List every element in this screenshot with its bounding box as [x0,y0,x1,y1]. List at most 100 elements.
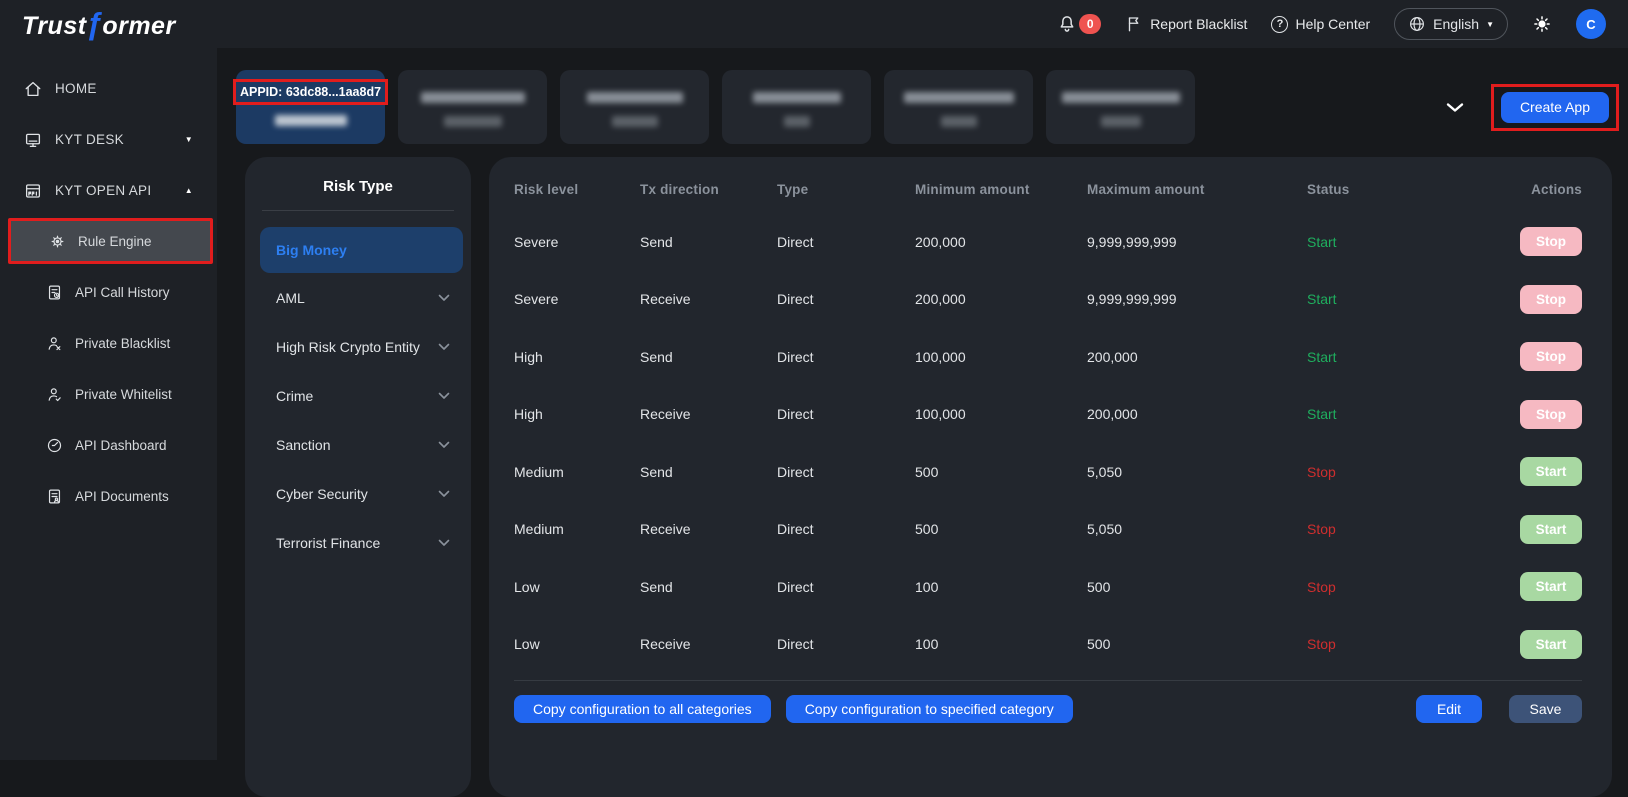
expand-apps-chevron-icon[interactable] [1443,95,1467,119]
blurred-text [941,116,977,127]
save-button[interactable]: Save [1509,695,1582,723]
monitor-icon [24,131,42,149]
report-blacklist-label: Report Blacklist [1150,16,1247,32]
chevron-down-icon [438,294,450,302]
risk-type-item[interactable]: High Risk Crypto Entity [245,323,471,371]
app-card-blurred[interactable] [722,70,871,144]
sidebar-item-rule-engine[interactable]: Rule Engine [8,218,213,264]
copy-all-categories-button[interactable]: Copy configuration to all categories [514,695,771,723]
table-row: Medium Send Direct 500 5,050 Stop Start [514,443,1582,501]
action-button[interactable]: Stop [1520,342,1582,371]
sidebar-item-kyt-open-api[interactable]: KYT OPEN API ▲ [0,165,217,216]
app-card-selected[interactable]: APPID: 63dc88...1aa8d7 [236,70,385,144]
header-status: Status [1307,182,1472,197]
status-text: Start [1307,406,1472,422]
table-row: Severe Receive Direct 200,000 9,999,999,… [514,271,1582,329]
chevron-down-icon [438,392,450,400]
app-card-blurred[interactable] [560,70,709,144]
action-button[interactable]: Start [1520,457,1582,486]
action-button[interactable]: Start [1520,630,1582,659]
cell-type: Direct [777,291,915,307]
risk-type-title: Risk Type [245,157,471,195]
sidebar-item-home[interactable]: HOME [0,63,217,114]
risk-type-item[interactable]: Crime [245,372,471,420]
cell-tx-direction: Receive [640,521,777,537]
report-blacklist-button[interactable]: Report Blacklist [1125,15,1247,33]
status-text: Stop [1307,579,1472,595]
topbar: Trustƒormer 0 Report Blacklist Help Cent… [0,0,1628,48]
status-text: Stop [1307,464,1472,480]
language-selector[interactable]: English ▼ [1394,8,1508,40]
sidebar-item-private-blacklist[interactable]: Private Blacklist [0,318,217,369]
help-center-button[interactable]: Help Center [1271,16,1370,33]
cell-maximum-amount: 500 [1087,579,1307,595]
risk-type-label: AML [276,290,305,306]
cell-maximum-amount: 5,050 [1087,521,1307,537]
header-actions: Actions [1531,182,1582,197]
risk-type-label: High Risk Crypto Entity [276,339,420,355]
theme-toggle-sun-icon[interactable] [1532,14,1552,34]
gear-icon [49,233,66,250]
cell-risk-level: Severe [514,291,640,307]
cell-risk-level: Medium [514,521,640,537]
risk-type-item[interactable]: Big Money [260,227,463,273]
action-button[interactable]: Stop [1520,285,1582,314]
cell-type: Direct [777,406,915,422]
sidebar-item-api-dashboard[interactable]: API Dashboard [0,420,217,471]
sidebar: HOME KYT DESK ▼ KYT OPEN API ▲ Rule Engi… [0,48,217,760]
sidebar-item-private-whitelist[interactable]: Private Whitelist [0,369,217,420]
risk-type-label: Big Money [276,242,347,258]
status-text: Start [1307,291,1472,307]
cell-tx-direction: Receive [640,636,777,652]
table-row: Severe Send Direct 200,000 9,999,999,999… [514,213,1582,271]
action-button[interactable]: Start [1520,515,1582,544]
blurred-text [753,92,841,103]
header-risk-level: Risk level [514,182,640,197]
cell-type: Direct [777,464,915,480]
sidebar-item-label: KYT DESK [55,132,124,147]
risk-type-item[interactable]: AML [245,274,471,322]
header-maximum-amount: Maximum amount [1087,182,1307,197]
sidebar-item-label: API Dashboard [75,438,167,453]
sidebar-item-kyt-desk[interactable]: KYT DESK ▼ [0,114,217,165]
edit-button[interactable]: Edit [1416,695,1482,723]
blurred-app-name [275,115,347,126]
blurred-text [444,116,502,127]
app-card-blurred[interactable] [1046,70,1195,144]
sidebar-item-api-documents[interactable]: API Documents [0,471,217,522]
risk-type-item[interactable]: Cyber Security [245,470,471,518]
help-center-label: Help Center [1295,16,1370,32]
cell-tx-direction: Receive [640,291,777,307]
status-text: Start [1307,234,1472,250]
rules-table-panel: Risk level Tx direction Type Minimum amo… [489,157,1612,797]
cell-minimum-amount: 500 [915,521,1087,537]
app-cards-row: APPID: 63dc88...1aa8d7 Create App [217,48,1628,144]
sidebar-item-label: Private Blacklist [75,336,170,351]
blurred-text [784,116,810,127]
app-logo: Trustƒormer [22,6,176,42]
blurred-text [904,92,1014,103]
cell-maximum-amount: 9,999,999,999 [1087,291,1307,307]
notifications-button[interactable]: 0 [1057,14,1101,34]
sidebar-item-api-call-history[interactable]: API Call History [0,267,217,318]
cell-minimum-amount: 100,000 [915,406,1087,422]
action-button[interactable]: Stop [1520,400,1582,429]
cell-minimum-amount: 500 [915,464,1087,480]
create-app-button[interactable]: Create App [1501,92,1609,123]
app-card-blurred[interactable] [884,70,1033,144]
main-content: APPID: 63dc88...1aa8d7 Create App [217,48,1628,760]
chevron-down-icon [438,539,450,547]
action-button[interactable]: Start [1520,572,1582,601]
action-button[interactable]: Stop [1520,227,1582,256]
app-card-blurred[interactable] [398,70,547,144]
cell-minimum-amount: 100 [915,636,1087,652]
cell-type: Direct [777,579,915,595]
table-row: Medium Receive Direct 500 5,050 Stop Sta… [514,501,1582,559]
risk-type-item[interactable]: Terrorist Finance [245,519,471,567]
table-row: High Receive Direct 100,000 200,000 Star… [514,386,1582,444]
chevron-up-icon: ▲ [185,186,193,195]
user-avatar[interactable]: C [1576,9,1606,39]
risk-type-item[interactable]: Sanction [245,421,471,469]
table-row: Low Send Direct 100 500 Stop Start [514,558,1582,616]
copy-specified-category-button[interactable]: Copy configuration to specified category [786,695,1073,723]
